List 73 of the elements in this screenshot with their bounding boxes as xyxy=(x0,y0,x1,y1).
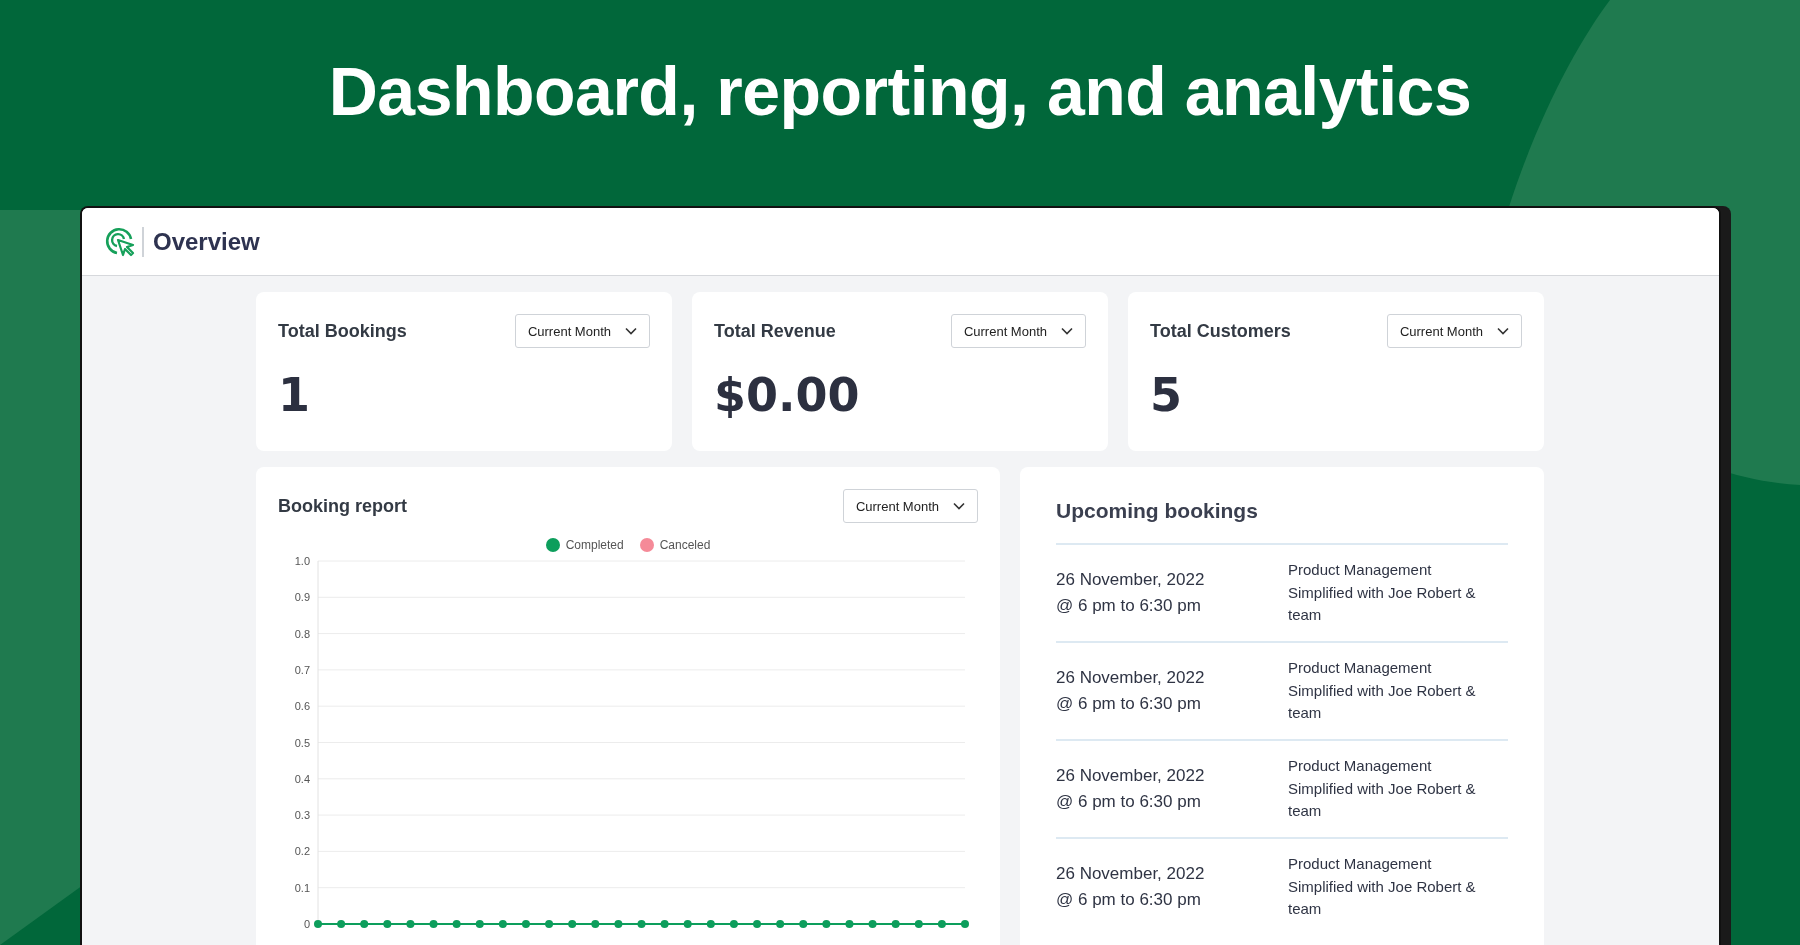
axis-tick-label: 0.7 xyxy=(294,663,310,676)
cursor-logo-icon xyxy=(104,225,136,258)
period-dropdown[interactable]: Current Month xyxy=(950,314,1086,348)
data-point xyxy=(799,920,808,928)
axis-tick-label: 0.6 xyxy=(294,700,310,713)
booking-title: Product Management Simplified with Joe Robert & team xyxy=(1288,756,1477,822)
data-point xyxy=(337,920,346,928)
axis-tick-label: 0 xyxy=(303,918,310,930)
data-point xyxy=(868,920,877,928)
data-point xyxy=(845,920,854,928)
data-point xyxy=(729,920,738,928)
data-point xyxy=(683,920,692,928)
axis-tick-label: 0.2 xyxy=(294,845,310,858)
chevron-down-icon xyxy=(1497,327,1509,335)
booking-time: @ 6 pm to 6:30 pm xyxy=(1056,890,1202,910)
axis-tick-label: 0.8 xyxy=(294,627,310,640)
data-point xyxy=(914,920,923,928)
booking-time: @ 6 pm to 6:30 pm xyxy=(1056,792,1202,812)
axis-tick-label: 0.9 xyxy=(294,591,310,604)
chevron-down-icon xyxy=(625,327,637,335)
booking-title: Product Management Simplified with Joe Robert & team xyxy=(1288,560,1477,626)
data-point xyxy=(961,920,969,928)
data-point xyxy=(314,920,322,928)
booking-date: 26 November, 2022 xyxy=(1056,570,1206,590)
legend-label: Completed xyxy=(565,538,624,552)
data-point xyxy=(637,920,646,928)
data-point xyxy=(891,920,900,928)
data-point xyxy=(498,920,507,928)
stat-label: Total Bookings xyxy=(278,320,407,342)
axis-tick-label: 1.0 xyxy=(294,555,310,567)
booking-date: 26 November, 2022 xyxy=(1056,864,1206,884)
section-title: Upcoming bookings xyxy=(1056,499,1258,523)
headline: Dashboard, reporting, and analytics xyxy=(328,52,1472,130)
booking-title: Product Management Simplified with Joe Robert & team xyxy=(1288,658,1477,724)
data-point xyxy=(568,920,577,928)
report-title: Booking report xyxy=(278,495,407,517)
data-point xyxy=(521,920,530,928)
booking-title: Product Management Simplified with Joe Robert & team xyxy=(1288,854,1477,920)
window-title: Overview xyxy=(153,227,260,256)
data-point xyxy=(753,920,762,928)
data-point xyxy=(429,920,438,928)
data-point xyxy=(591,920,600,928)
data-point xyxy=(360,920,369,928)
axis-tick-label: 0.1 xyxy=(294,881,310,894)
period-dropdown[interactable]: Current Month xyxy=(514,314,650,348)
data-point xyxy=(822,920,831,928)
data-point xyxy=(452,920,461,928)
data-point xyxy=(776,920,785,928)
period-dropdown[interactable]: Current Month xyxy=(842,489,978,523)
data-point xyxy=(545,920,554,928)
chevron-down-icon xyxy=(953,502,965,510)
stat-label: Total Customers xyxy=(1150,320,1291,342)
stat-label: Total Revenue xyxy=(714,320,836,342)
stat-value: 1 xyxy=(278,368,310,422)
stat-value: 5 xyxy=(1150,368,1182,422)
booking-date: 26 November, 2022 xyxy=(1056,668,1206,688)
axis-tick-label: 0.3 xyxy=(294,809,310,822)
axis-tick-label: 0.5 xyxy=(294,736,310,749)
axis-tick-label: 0.4 xyxy=(294,772,310,785)
data-point xyxy=(406,920,415,928)
booking-time: @ 6 pm to 6:30 pm xyxy=(1056,694,1202,714)
period-dropdown[interactable]: Current Month xyxy=(1386,314,1522,348)
data-point xyxy=(475,920,484,928)
chevron-down-icon xyxy=(1061,327,1073,335)
data-point xyxy=(660,920,669,928)
booking-time: @ 6 pm to 6:30 pm xyxy=(1056,596,1202,616)
data-point xyxy=(937,920,946,928)
booking-date: 26 November, 2022 xyxy=(1056,766,1206,786)
stat-value: $0.00 xyxy=(714,368,860,422)
data-point xyxy=(706,920,715,928)
data-point xyxy=(614,920,623,928)
legend-label: Canceled xyxy=(659,538,711,552)
data-point xyxy=(383,920,392,928)
